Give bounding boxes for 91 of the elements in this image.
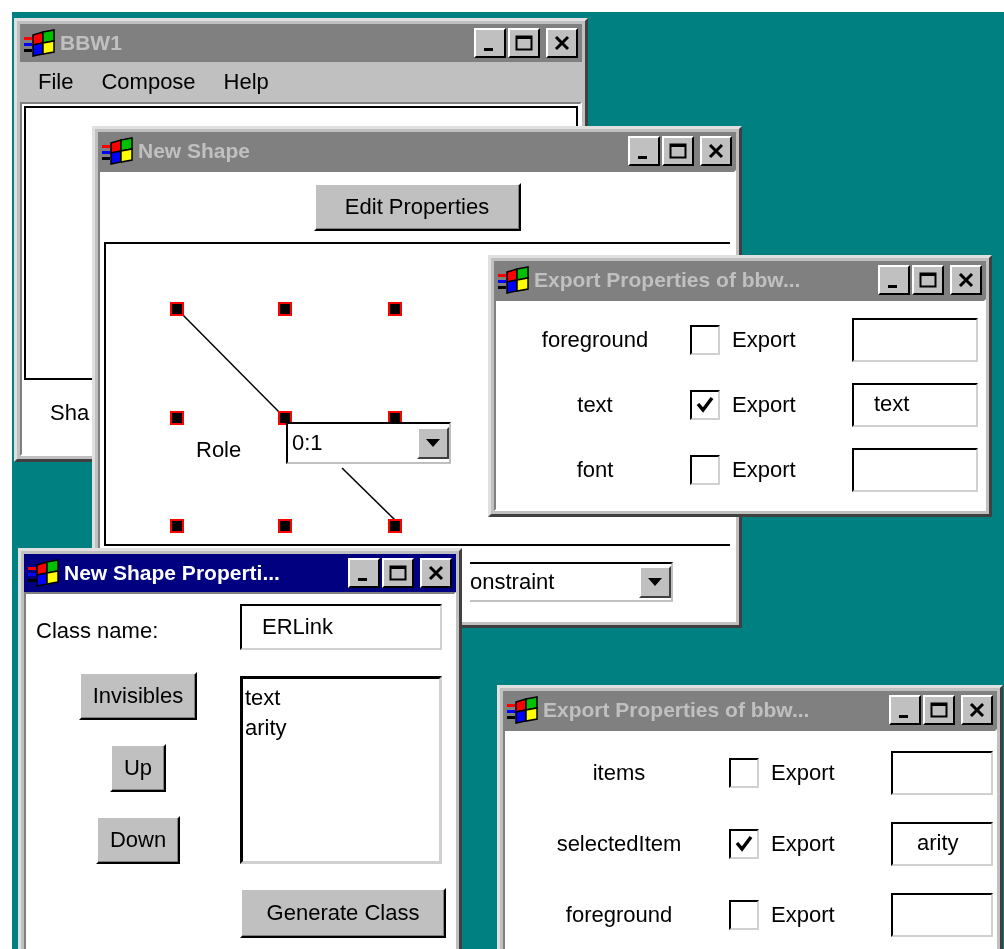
window-title: Export Properties of bbw... [534,268,802,292]
property-name: items [592,759,646,786]
window-title: BBW1 [60,31,123,55]
checkbox-label: Export [732,457,796,484]
flag-icon [507,696,539,724]
export-name-field[interactable]: arity [891,822,993,866]
window-title: Export Properties of bbw... [543,698,811,722]
list-action-button[interactable]: Down [95,816,181,864]
selection-handle[interactable] [170,411,184,425]
property-name: foreground [541,326,649,353]
checkbox-label: Export [732,326,796,353]
class-name-label: Class name: [36,618,159,644]
checkbox-label: Export [771,902,835,929]
edit-properties-button[interactable]: Edit Properties [313,183,521,231]
maximize-button[interactable] [382,558,414,588]
selection-handle[interactable] [278,302,292,316]
export-checkbox[interactable] [729,829,759,859]
minimize-button[interactable] [889,695,921,725]
window-title: New Shape [138,139,252,163]
generate-class-button[interactable]: Generate Class [240,888,446,938]
export-checkbox[interactable] [690,324,720,355]
maximize-button[interactable] [508,28,540,58]
property-name: foreground [565,902,673,929]
menu-item[interactable]: Compose [87,69,210,95]
export-name-field[interactable] [891,893,993,938]
list-action-button[interactable]: Invisibles [78,672,198,720]
role-label: Role [196,437,242,463]
close-button[interactable] [700,136,732,166]
role-dropdown[interactable]: 0:1 [286,422,451,464]
selection-handle[interactable] [278,519,292,533]
minimize-button[interactable] [628,136,660,166]
close-icon [706,142,726,160]
selection-handle[interactable] [170,302,184,316]
maximize-button[interactable] [923,695,955,725]
close-button[interactable] [950,265,982,295]
minimize-button[interactable] [878,265,910,295]
flag-icon [28,559,60,587]
window-title: New Shape Properti... [64,561,281,585]
selection-handle[interactable] [388,302,402,316]
export-checkbox[interactable] [690,390,720,420]
minimize-icon [637,155,647,159]
export-name-field[interactable] [891,750,993,795]
property-name: selectedItem [556,831,682,857]
check-icon [734,834,754,854]
menu-item[interactable]: File [30,69,88,95]
export-checkbox[interactable] [690,455,720,486]
maximize-icon [929,701,949,719]
minimize-button[interactable] [474,28,506,58]
close-icon [426,564,446,582]
minimize-icon [898,714,908,718]
check-icon [695,395,715,415]
flag-icon [102,137,134,165]
property-name: text [577,392,613,418]
maximize-icon [388,564,408,582]
class-name-field[interactable]: ERLink [240,604,442,650]
property-name: font [576,457,614,484]
export-name-field[interactable] [852,317,978,362]
list-item[interactable]: arity [245,713,287,743]
close-icon [552,34,572,52]
selection-handle[interactable] [170,519,184,533]
close-icon [956,271,976,289]
maximize-icon [514,34,534,52]
selection-handle[interactable] [388,519,402,533]
minimize-icon [357,577,367,581]
export-name-field[interactable]: text [852,383,978,427]
list-item[interactable]: text [245,683,281,713]
close-button[interactable] [420,558,452,588]
export-checkbox[interactable] [729,900,759,931]
minimize-button[interactable] [348,558,380,588]
checkbox-label: Export [771,759,835,786]
selection-handle[interactable] [278,411,292,425]
menu-item[interactable]: Help [209,69,283,95]
flag-icon [24,29,56,57]
close-icon [967,701,987,719]
close-button[interactable] [961,695,993,725]
minimize-icon [483,47,493,51]
checkbox-label: Export [732,392,796,418]
connector-line [341,467,396,521]
export-name-field[interactable] [852,448,978,493]
maximize-icon [918,271,938,289]
constraint-dropdown[interactable]: onstraint [470,562,673,602]
status-text: Sha [50,400,90,426]
maximize-button[interactable] [662,136,694,166]
list-action-button[interactable]: Up [109,744,167,792]
maximize-icon [668,142,688,160]
maximize-button[interactable] [912,265,944,295]
minimize-icon [887,284,897,288]
close-button[interactable] [546,28,578,58]
checkbox-label: Export [771,831,835,857]
export-checkbox[interactable] [729,757,759,788]
flag-icon [498,266,530,294]
